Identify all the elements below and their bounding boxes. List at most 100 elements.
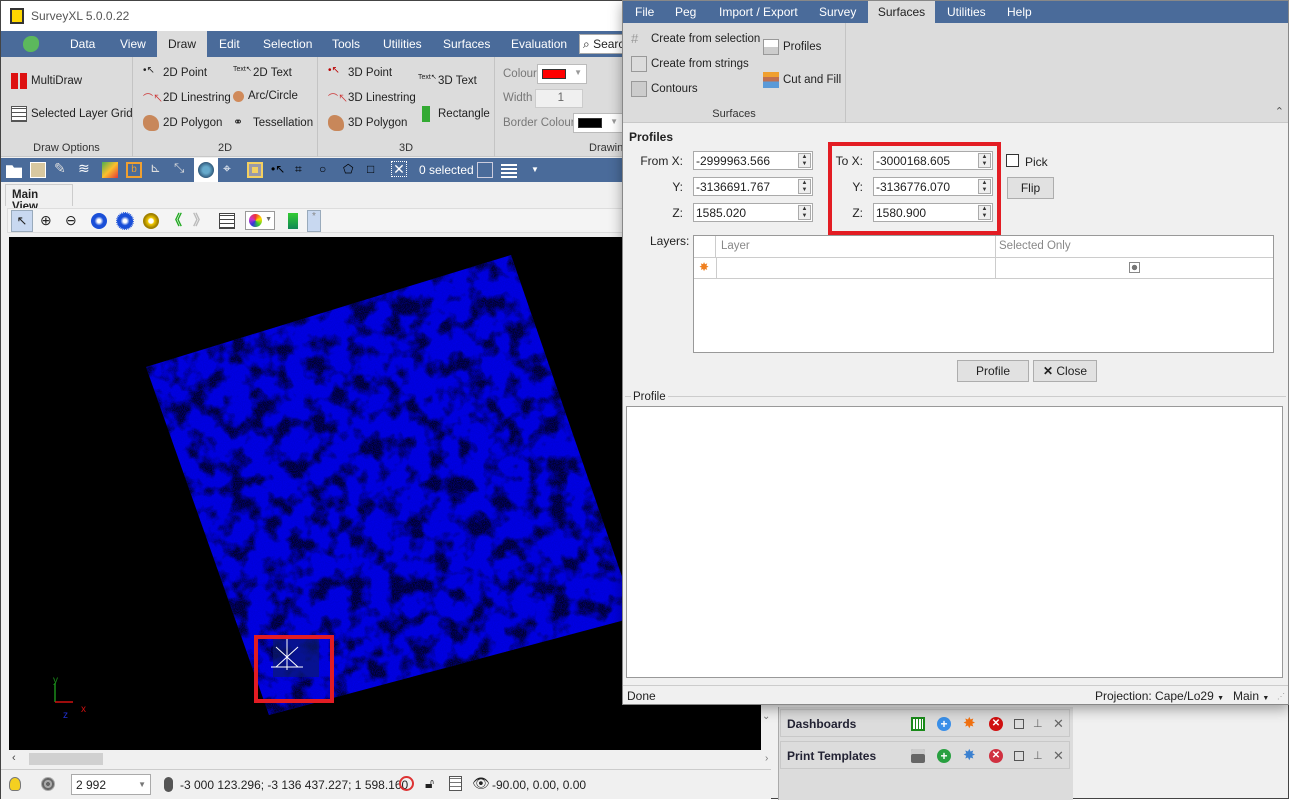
properties-icon[interactable] xyxy=(30,162,46,178)
3d-polygon-button[interactable]: 3D Polygon xyxy=(328,115,407,131)
menu-tab-view[interactable]: View xyxy=(112,31,154,57)
close-icon[interactable]: ✕ xyxy=(1053,749,1067,763)
lightbulb-icon[interactable] xyxy=(9,777,21,791)
menu-tab-utilities[interactable]: Utilities xyxy=(375,31,430,57)
contours-button[interactable]: Contours xyxy=(631,81,698,97)
3d-point-button[interactable]: •↖ 3D Point xyxy=(328,65,392,81)
print-templates-panel[interactable]: Print Templates + ✸ ✕ ⊥ ✕ xyxy=(780,741,1070,769)
dashboard-grid-icon[interactable] xyxy=(911,717,925,731)
maximize-icon[interactable] xyxy=(1014,719,1024,729)
table-icon[interactable] xyxy=(501,162,517,178)
pin-icon[interactable]: ⊥ xyxy=(1033,749,1047,763)
2d-linestring-button[interactable]: ⌒↖ 2D Linestring xyxy=(143,90,231,106)
2d-point-button[interactable]: •↖ 2D Point xyxy=(143,65,207,81)
settings-gear-icon[interactable] xyxy=(143,213,159,229)
globe-zoom-window-icon[interactable] xyxy=(116,212,134,230)
profile-chart-area[interactable] xyxy=(626,406,1283,678)
remove-icon[interactable]: ✕ xyxy=(989,717,1003,731)
bing-icon[interactable]: b xyxy=(126,162,142,178)
menu-tab-survey[interactable]: Survey xyxy=(811,1,864,23)
horizontal-scrollbar[interactable]: ‹ xyxy=(9,751,761,767)
location-pin-icon[interactable]: ⌖ xyxy=(223,160,239,176)
menu-tab-utilities[interactable]: Utilities xyxy=(939,1,994,23)
clear-selection-icon[interactable]: ✕ xyxy=(391,161,407,177)
ribbon-bookmark-icon[interactable] xyxy=(288,213,298,229)
measure-angle-icon[interactable]: ⊾ xyxy=(150,160,166,176)
multidraw-button[interactable]: MultiDraw xyxy=(11,73,82,89)
maps-icon[interactable] xyxy=(102,162,118,178)
colour-scheme-dropdown[interactable]: ▼ xyxy=(245,211,275,230)
create-from-selection-button[interactable]: # Create from selection xyxy=(631,31,760,47)
snap-icon[interactable] xyxy=(399,776,414,791)
select-point-icon[interactable]: •↖ xyxy=(271,162,287,178)
column-header-layer[interactable]: Layer xyxy=(721,240,750,252)
projection-dropdown[interactable]: Projection: Cape/Lo29 ▼ xyxy=(1095,689,1224,703)
width-stepper[interactable]: 1 xyxy=(535,89,583,108)
select-circle-icon[interactable]: ○ xyxy=(319,162,335,178)
layers-icon[interactable]: ≋ xyxy=(78,160,94,176)
globe-extents-icon[interactable] xyxy=(91,213,107,229)
workspace-dropdown[interactable]: Main ▼ xyxy=(1233,689,1269,703)
grid-new-row[interactable]: ✸ xyxy=(694,258,1273,279)
column-header-selected-only[interactable]: Selected Only xyxy=(999,240,1071,252)
menu-tab-surfaces[interactable]: Surfaces xyxy=(868,1,935,23)
maximize-icon[interactable] xyxy=(1014,751,1024,761)
pick-checkbox[interactable] xyxy=(1006,154,1019,167)
colour-picker[interactable]: ▼ xyxy=(537,64,587,84)
select-crop-icon[interactable]: ⌗ xyxy=(295,162,311,178)
arc-circle-button[interactable]: Arc/Circle xyxy=(233,90,298,102)
menu-tab-edit[interactable]: Edit xyxy=(211,31,248,57)
select-polygon-icon[interactable]: ⬠ xyxy=(343,162,359,178)
3d-linestring-button[interactable]: ⌒↖ 3D Linestring xyxy=(328,90,416,106)
resize-grip-icon[interactable]: ⋰ xyxy=(1277,692,1285,701)
selected-layer-grid-button[interactable]: Selected Layer Grid xyxy=(11,106,133,122)
point-density-icon[interactable] xyxy=(41,777,55,791)
zoom-in-icon[interactable]: ⊕ xyxy=(40,213,56,229)
settings-gear-icon[interactable]: ✸ xyxy=(963,716,977,731)
unlock-icon[interactable]: 🔓︎ xyxy=(425,775,434,792)
axis-icon[interactable]: ⤡ xyxy=(174,160,190,176)
toolstrip-overflow-icon[interactable]: ▼ xyxy=(531,165,547,181)
menu-tab-data[interactable]: Data xyxy=(62,31,103,57)
grid-toggle-icon[interactable] xyxy=(219,213,235,229)
globe-active-button[interactable] xyxy=(194,158,218,182)
rectangle-button[interactable]: Rectangle xyxy=(418,106,490,122)
from-y-field[interactable]: -3136691.767 ▲ ▼ xyxy=(693,177,813,196)
border-colour-picker[interactable]: ▼ xyxy=(573,113,623,133)
africa-logo-icon[interactable] xyxy=(23,36,39,52)
layers-grid[interactable]: Layer Selected Only ✸ xyxy=(693,235,1274,353)
scroll-right-icon[interactable]: › xyxy=(765,753,768,764)
menu-tab-surfaces[interactable]: Surfaces xyxy=(435,31,498,57)
cut-and-fill-button[interactable]: Cut and Fill xyxy=(763,72,841,88)
profile-button[interactable]: Profile xyxy=(957,360,1029,382)
scroll-left-icon[interactable]: ‹ xyxy=(12,752,16,764)
printer-icon[interactable] xyxy=(911,749,925,763)
menu-tab-peg[interactable]: Peg xyxy=(667,1,704,23)
scroll-thumb[interactable] xyxy=(29,753,103,765)
eye-icon[interactable]: 👁︎ xyxy=(472,775,490,792)
notes-icon[interactable] xyxy=(449,776,462,791)
2d-polygon-button[interactable]: 2D Polygon xyxy=(143,115,222,131)
add-icon[interactable]: + xyxy=(937,749,951,763)
dashboards-panel[interactable]: Dashboards + ✸ ✕ ⊥ ✕ xyxy=(780,709,1070,737)
flip-button[interactable]: Flip xyxy=(1007,177,1054,199)
menu-tab-tools[interactable]: Tools xyxy=(324,31,368,57)
collapse-ribbon-icon[interactable]: ⌃ xyxy=(1275,105,1284,118)
remove-icon[interactable]: ✕ xyxy=(989,749,1003,763)
menu-tab-evaluation[interactable]: Evaluation xyxy=(503,31,575,57)
add-icon[interactable]: + xyxy=(937,717,951,731)
3d-text-button[interactable]: Text↖ 3D Text xyxy=(418,73,477,89)
menu-tab-draw[interactable]: Draw xyxy=(157,31,207,57)
select-rect-icon[interactable]: □ xyxy=(367,162,383,178)
folder-icon[interactable] xyxy=(6,165,22,178)
close-icon[interactable]: ✕ xyxy=(1053,717,1067,731)
menu-tab-import-export[interactable]: Import / Export xyxy=(711,1,806,23)
zoom-level-combo[interactable]: 2 992 ▼ xyxy=(71,774,151,795)
frame-icon[interactable] xyxy=(247,162,263,178)
pointer-tool-icon[interactable]: ↖ xyxy=(11,210,33,232)
create-from-strings-button[interactable]: Create from strings xyxy=(631,56,749,72)
more-tools-icon[interactable]: * xyxy=(307,210,321,232)
pin-icon[interactable]: ⊥ xyxy=(1033,717,1047,731)
tessellation-button[interactable]: ⚭ Tessellation xyxy=(233,115,313,131)
selected-only-checkbox[interactable] xyxy=(1129,262,1140,273)
